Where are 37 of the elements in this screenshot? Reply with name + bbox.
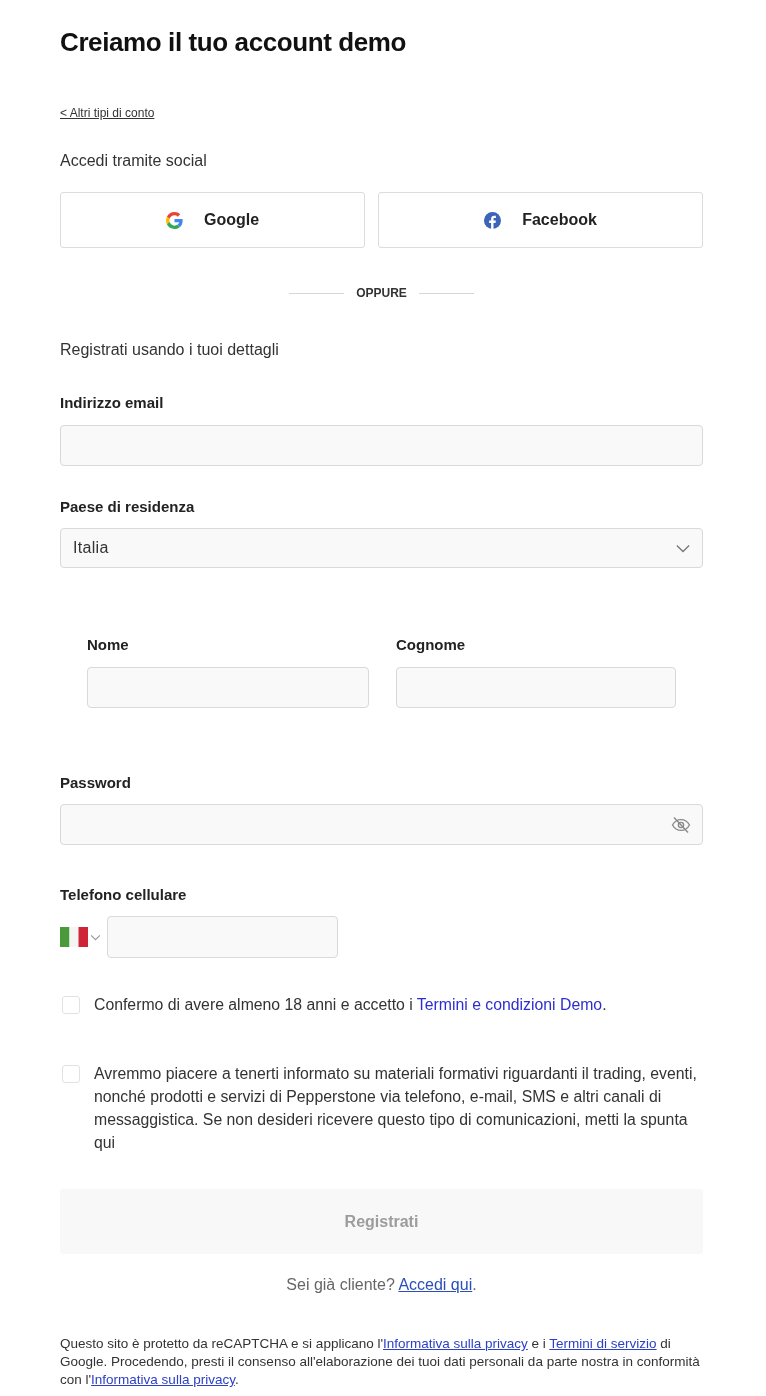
consent-text: Confermo di avere almeno 18 anni e accetto i Termini e condizioni Demo.	[94, 995, 608, 1015]
google-button[interactable]: Google	[60, 192, 365, 248]
back-link[interactable]: < Altri tipi di conto	[60, 105, 155, 121]
first-name-label: Nome	[87, 635, 129, 655]
legal-link[interactable]: Termini di servizio	[549, 1336, 657, 1351]
legal-link[interactable]: Informativa sulla privacy	[383, 1336, 528, 1351]
country-code-picker[interactable]	[60, 927, 101, 947]
chevron-down-icon	[676, 543, 690, 553]
legal-notice: Questo sito è protetto da reCAPTCHA e si applicano l'Informativa sulla privacy e i Termini di servizio di Google. Procedendo, presti il consenso all'elaborazione dei tuoi dati personali da parte nostra in conformità con l'Informativa sulla privacy.	[60, 1335, 701, 1389]
caret-icon	[90, 933, 101, 941]
legal-link[interactable]: Informativa sulla privacy	[91, 1372, 235, 1387]
first-name-field[interactable]	[87, 667, 369, 708]
last-name-field[interactable]	[396, 667, 676, 708]
italy-flag-icon	[60, 927, 88, 947]
facebook-button[interactable]: Facebook	[378, 192, 703, 248]
country-select[interactable]: Italia	[60, 528, 703, 568]
login-link[interactable]: Accedi qui	[398, 1276, 473, 1293]
register-heading: Registrati usando i tuoi dettagli	[60, 340, 279, 360]
login-prompt: Sei già cliente? Accedi qui.	[286, 1275, 477, 1295]
google-g-icon	[165, 211, 183, 229]
phone-label: Telefono cellulare	[60, 885, 187, 905]
divider-label: OPPURE	[356, 285, 407, 301]
social-heading: Accedi tramite social	[60, 151, 207, 171]
checkbox[interactable]	[62, 1065, 80, 1083]
eye-slash-icon[interactable]	[671, 815, 691, 834]
password-label: Password	[60, 773, 131, 793]
country-label: Paese di residenza	[60, 497, 195, 517]
facebook-f-icon	[484, 211, 502, 229]
checkbox[interactable]	[62, 996, 80, 1014]
password-field[interactable]	[60, 804, 703, 845]
email-field[interactable]	[60, 425, 703, 466]
phone-field[interactable]	[107, 916, 338, 958]
email-label: Indirizzo email	[60, 393, 164, 413]
consent-text: Avremmo piacere a tenerti informato su materiali formativi riguardanti il trading, eventi, nonché prodotti e servizi di Pepperstone via telefono, e-mail, SMS e altri canali di messaggistica. Se non desideri ricevere questo tipo di comunicazioni, metti la spunta qui	[94, 1064, 698, 1153]
terms-link[interactable]: Termini e condizioni Demo	[416, 996, 603, 1013]
page-title: Creiamo il tuo account demo	[60, 26, 407, 58]
last-name-label: Cognome	[396, 635, 466, 655]
